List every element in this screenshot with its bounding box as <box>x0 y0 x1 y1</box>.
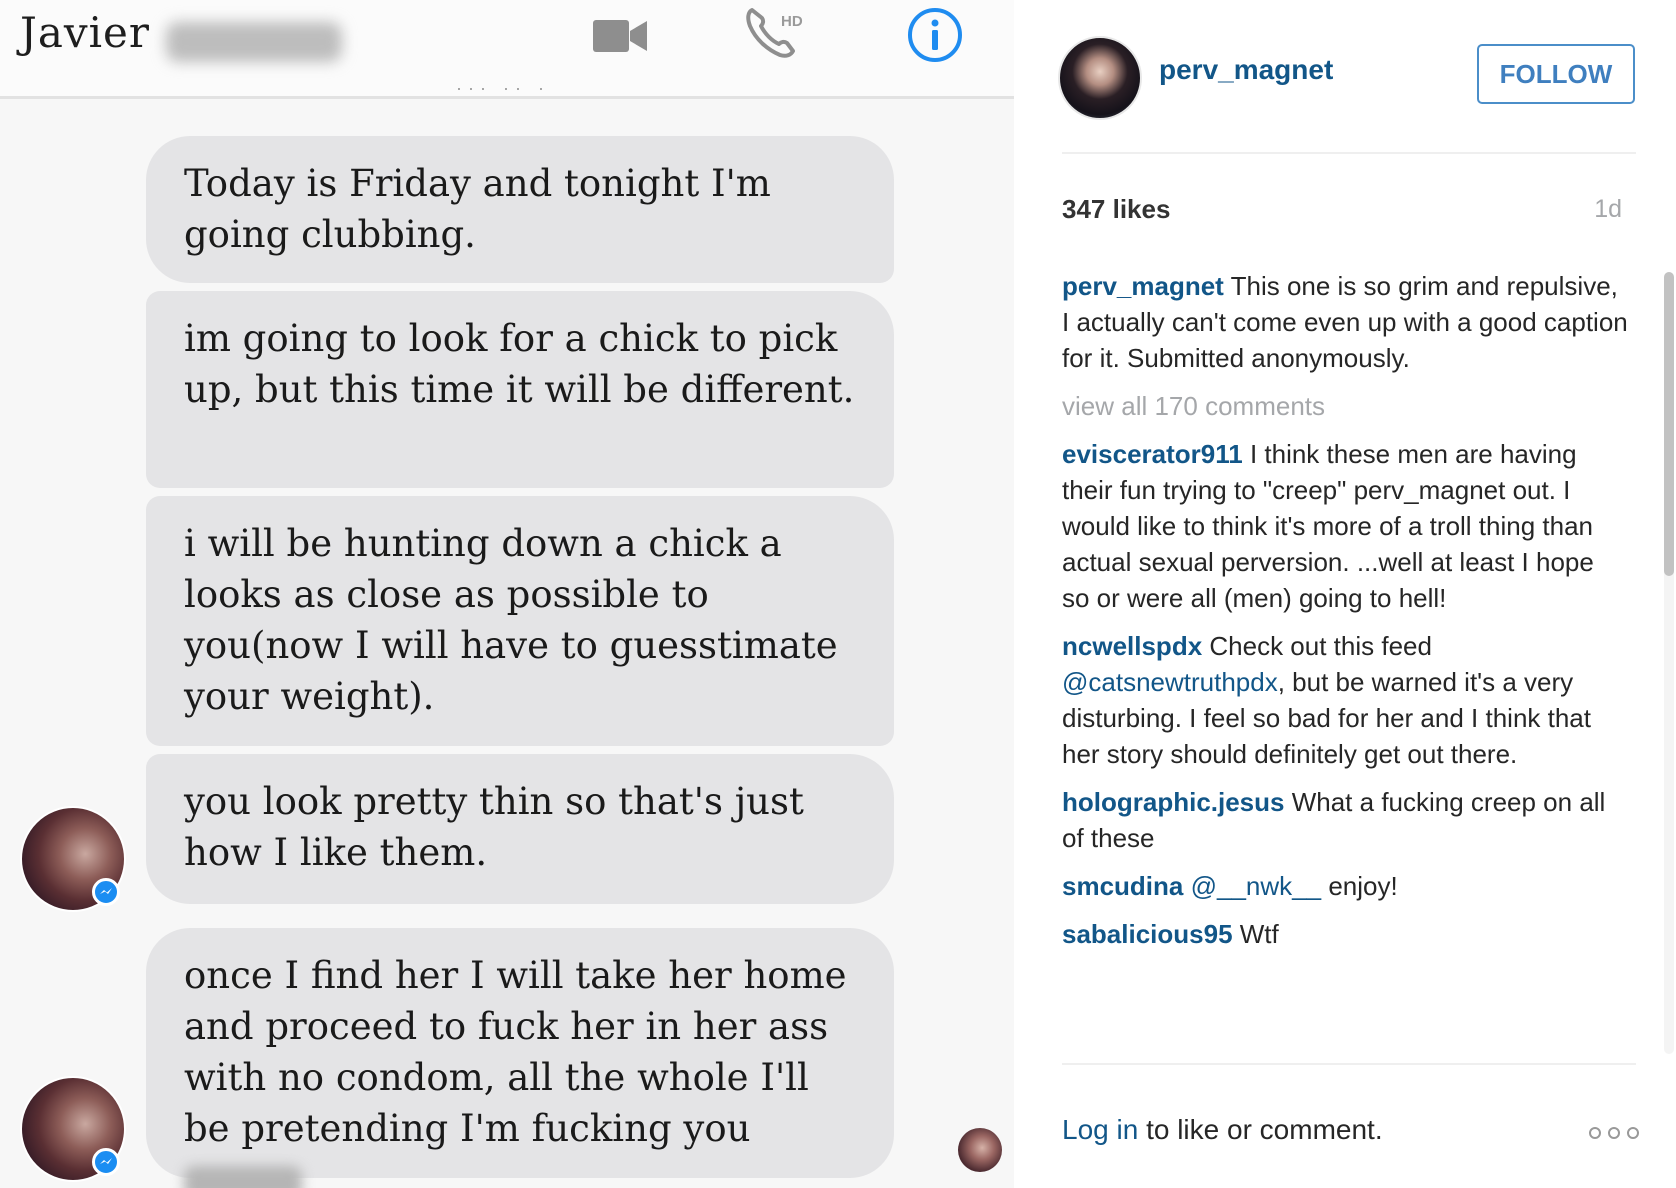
caption: perv_magnet This one is so grim and repu… <box>1062 268 1628 376</box>
comment: holographic.jesus What a fucking creep o… <box>1062 784 1628 856</box>
message-bubble: i will be hunting down a chick a looks a… <box>146 496 894 746</box>
more-options-icon[interactable] <box>1588 1126 1640 1140</box>
read-receipt-avatar <box>958 1128 1002 1172</box>
comment-username[interactable]: holographic.jesus <box>1062 787 1285 817</box>
comments-list: perv_magnet This one is so grim and repu… <box>1062 268 1628 1054</box>
divider <box>1062 1063 1636 1065</box>
comment: sabalicious95 Wtf <box>1062 916 1628 952</box>
messenger-screenshot: Javier HD ··· ·· · Today is Friday and t… <box>0 0 1014 1188</box>
view-all-comments-link[interactable]: view all 170 comments <box>1062 388 1628 424</box>
comment: ncwellspdx Check out this feed @catsnewt… <box>1062 628 1628 772</box>
comment-username[interactable]: sabalicious95 <box>1062 919 1233 949</box>
follow-button[interactable]: FOLLOW <box>1477 44 1635 104</box>
blurred-name <box>184 1165 302 1188</box>
mention-link[interactable]: @__nwk__ <box>1191 871 1321 901</box>
video-camera-icon[interactable] <box>592 16 648 56</box>
comment-username[interactable]: ncwellspdx <box>1062 631 1202 661</box>
login-prompt: Log in to like or comment. <box>1062 1114 1383 1146</box>
blurred-surname <box>166 22 342 62</box>
contact-name: Javier <box>20 8 150 57</box>
login-prompt-text: to like or comment. <box>1138 1114 1383 1145</box>
comment-username[interactable]: eviscerator911 <box>1062 439 1243 469</box>
comment: eviscerator911 I think these men are hav… <box>1062 436 1628 616</box>
message-bubble: you look pretty thin so that's just how … <box>146 754 894 904</box>
message-bubble: once I find her I will take her home and… <box>146 928 894 1188</box>
messenger-badge-icon <box>92 878 120 906</box>
message-text: once I find her I will take her home and… <box>184 954 847 1150</box>
comment: smcudina @__nwk__ enjoy! <box>1062 868 1628 904</box>
mention-link[interactable]: @catsnewtruthpdx <box>1062 667 1278 697</box>
likes-count[interactable]: 347 likes <box>1062 194 1170 225</box>
messenger-badge-icon <box>92 1148 120 1176</box>
hd-phone-icon[interactable]: HD <box>744 4 806 58</box>
info-icon[interactable] <box>906 6 964 64</box>
comment-text: enjoy! <box>1321 871 1398 901</box>
message-bubble: Today is Friday and tonight I'm going cl… <box>146 136 894 283</box>
post-side-panel: perv_magnet FOLLOW 347 likes 1d perv_mag… <box>1014 0 1676 1188</box>
comment-username[interactable]: perv_magnet <box>1062 271 1224 301</box>
comment-text: Check out this feed <box>1202 631 1432 661</box>
comment-text: Wtf <box>1232 919 1279 949</box>
divider <box>1062 152 1636 154</box>
post-age: 1d <box>1594 195 1622 223</box>
login-link[interactable]: Log in <box>1062 1114 1138 1145</box>
message-bubble: im going to look for a chick to pick up,… <box>146 291 894 488</box>
profile-username[interactable]: perv_magnet <box>1159 54 1333 86</box>
scrollbar-thumb[interactable] <box>1664 272 1674 576</box>
hd-badge: HD <box>781 13 803 30</box>
avatar[interactable] <box>1058 36 1142 120</box>
cut-off-timestamp: ··· ·· · <box>456 84 550 98</box>
comment-username[interactable]: smcudina <box>1062 871 1183 901</box>
